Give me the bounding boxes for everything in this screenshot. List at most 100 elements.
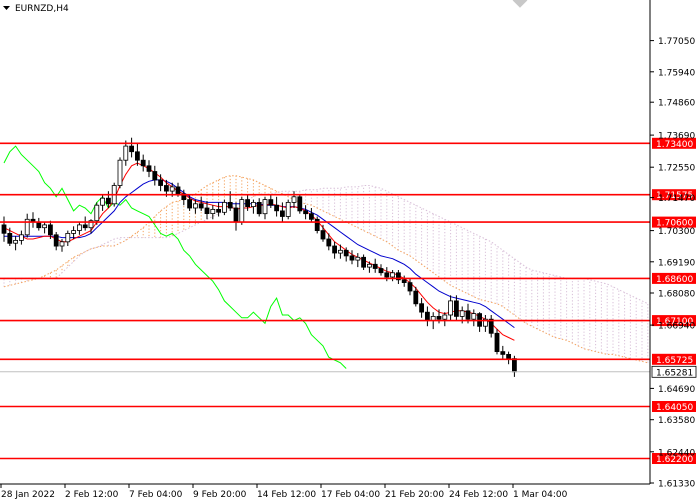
- bear-candle-body: [82, 224, 88, 229]
- bear-candle-body: [204, 207, 210, 214]
- price-tick-label: 1.62440: [658, 448, 695, 458]
- bear-candle-body: [129, 145, 135, 153]
- bull-candle-body: [442, 314, 448, 320]
- bull-candle-body: [42, 224, 47, 229]
- bear-candle-body: [187, 199, 193, 209]
- bear-candle-body: [424, 311, 430, 322]
- bull-candle-body: [239, 199, 245, 223]
- bear-candle-body: [163, 185, 169, 192]
- bear-candle-body: [245, 199, 251, 208]
- bull-candle-body: [355, 256, 361, 261]
- time-tick-label: 28 Jan 2022: [1, 490, 55, 500]
- candle: [285, 199, 291, 220]
- candle: [297, 194, 303, 214]
- bull-candle-body: [459, 310, 465, 317]
- bear-candle-body: [140, 159, 146, 167]
- bear-candle-body: [36, 221, 42, 229]
- symbol-label: EURNZD,H4: [15, 4, 69, 14]
- bull-candle-body: [210, 208, 216, 214]
- bull-candle-body: [169, 186, 175, 192]
- bull-candle-body: [13, 239, 19, 244]
- bear-candle-body: [256, 201, 262, 215]
- current-price-tag: 1.65281: [651, 365, 697, 378]
- bull-candle-body: [117, 159, 123, 186]
- bear-candle-body: [216, 208, 222, 213]
- price-tick-label: 1.69190: [658, 258, 695, 268]
- bear-candle-body: [152, 171, 158, 181]
- bear-candle-body: [297, 196, 303, 212]
- candle: [314, 216, 320, 234]
- bear-candle-body: [332, 245, 338, 254]
- bull-candle-body: [77, 224, 82, 231]
- bear-candle-body: [1, 224, 7, 234]
- bear-candle-body: [494, 332, 500, 352]
- bear-candle-body: [320, 230, 326, 240]
- time-tick-label: 24 Feb 12:00: [449, 490, 508, 500]
- bull-candle-body: [262, 199, 268, 215]
- bear-candle-body: [274, 204, 280, 212]
- price-tick-label: 1.63580: [658, 416, 695, 426]
- bear-candle-body: [378, 268, 384, 274]
- bear-candle-body: [303, 210, 309, 215]
- bear-candle-body: [158, 179, 164, 186]
- price-tick-label: 1.70300: [658, 227, 695, 237]
- bear-candle-body: [53, 234, 59, 247]
- bear-candle-body: [308, 213, 314, 220]
- bull-candle-body: [123, 145, 129, 161]
- bull-candle-body: [337, 249, 343, 254]
- bear-candle-body: [512, 358, 517, 373]
- bull-candle-body: [18, 234, 24, 241]
- price-tick-label: 1.73690: [658, 132, 695, 142]
- level-label: 1.64050: [656, 403, 693, 413]
- bear-candle-body: [401, 279, 407, 283]
- bear-candle-body: [343, 249, 349, 257]
- bear-candle-body: [134, 151, 140, 161]
- bear-candle-body: [175, 186, 181, 195]
- bull-candle-body: [59, 241, 65, 247]
- price-tick-label: 1.71470: [658, 194, 695, 204]
- bear-candle-body: [465, 310, 471, 320]
- price-tick-label: 1.77050: [658, 37, 695, 47]
- bull-candle-body: [250, 201, 256, 207]
- bear-candle-body: [372, 263, 378, 269]
- price-tick-label: 1.72550: [658, 164, 695, 174]
- bear-candle-body: [419, 303, 425, 313]
- bull-candle-body: [192, 203, 198, 209]
- bear-candle-body: [453, 300, 459, 317]
- time-tick-label: 14 Feb 12:00: [257, 490, 316, 500]
- bear-candle-body: [500, 351, 506, 355]
- bear-candle-body: [279, 210, 285, 217]
- bull-candle-body: [100, 197, 105, 206]
- time-tick-label: 21 Feb 20:00: [385, 490, 444, 500]
- bear-candle-body: [7, 232, 13, 244]
- bull-candle-body: [71, 230, 76, 234]
- time-tick-label: 1 Mar 04:00: [513, 490, 568, 500]
- bull-candle-body: [366, 263, 372, 268]
- bear-candle-body: [436, 315, 442, 320]
- price-tick-label: 1.75940: [658, 68, 695, 78]
- bull-candle-body: [471, 313, 477, 320]
- bull-candle-body: [448, 300, 454, 316]
- bear-candle-body: [314, 218, 320, 232]
- current-price-label: 1.65281: [656, 368, 693, 378]
- price-tick-label: 1.68080: [658, 290, 695, 300]
- bear-candle-body: [326, 238, 332, 247]
- level-label: 1.65725: [656, 356, 693, 366]
- candle: [117, 157, 123, 189]
- bear-candle-body: [106, 197, 111, 205]
- bull-candle-body: [291, 196, 297, 203]
- chart-background: [0, 0, 700, 500]
- time-tick-label: 17 Feb 04:00: [321, 490, 380, 500]
- bear-candle-body: [384, 272, 390, 278]
- bear-candle-body: [361, 256, 367, 268]
- bear-candle-body: [198, 203, 204, 209]
- candle: [239, 196, 245, 225]
- price-tick-label: 1.61330: [658, 480, 695, 490]
- price-tick-label: 1.66940: [658, 322, 695, 332]
- time-tick-label: 9 Feb 20:00: [193, 490, 247, 500]
- bull-candle-body: [285, 201, 291, 217]
- bear-candle-body: [268, 199, 274, 206]
- bear-candle-body: [227, 201, 233, 209]
- price-chart[interactable]: 1.734001.715751.706001.686001.671001.657…: [0, 0, 700, 500]
- bear-candle-body: [233, 207, 239, 223]
